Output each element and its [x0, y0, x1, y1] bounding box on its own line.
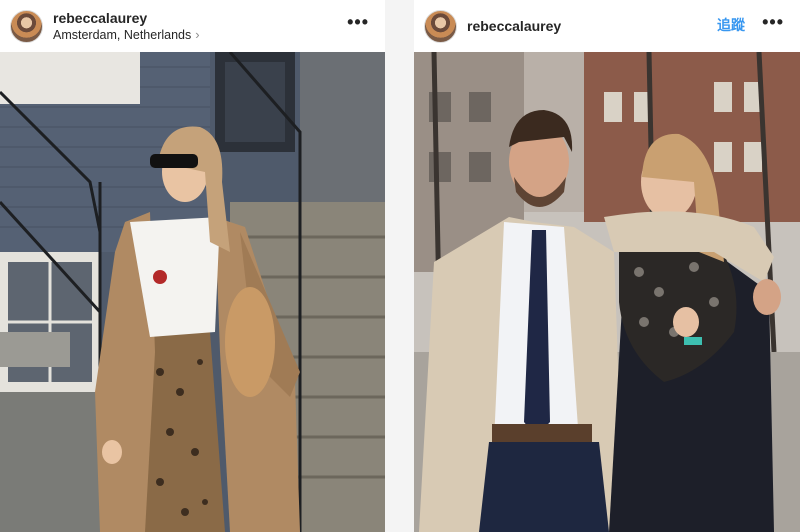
post-photo-couple[interactable]: [414, 52, 800, 532]
more-horizontal-icon[interactable]: •••: [347, 13, 369, 31]
follow-button[interactable]: 追蹤: [717, 15, 745, 35]
post-card-left: rebeccalaurey Amsterdam, Netherlands › •…: [0, 0, 385, 532]
post-header: rebeccalaurey Amsterdam, Netherlands › •…: [0, 0, 385, 52]
instagram-feed: rebeccalaurey Amsterdam, Netherlands › •…: [0, 0, 800, 532]
location-label: Amsterdam, Netherlands: [53, 27, 192, 42]
post-meta: rebeccalaurey: [467, 18, 561, 35]
location[interactable]: Amsterdam, Netherlands ›: [53, 27, 200, 43]
post-meta: rebeccalaurey Amsterdam, Netherlands ›: [53, 10, 200, 43]
username[interactable]: rebeccalaurey: [53, 10, 200, 27]
avatar[interactable]: [424, 9, 457, 43]
couple-photo: [414, 52, 800, 532]
username[interactable]: rebeccalaurey: [467, 18, 561, 35]
chevron-right-icon: ›: [195, 26, 200, 42]
post-header: rebeccalaurey 追蹤 •••: [414, 0, 800, 52]
woman-street-photo: [0, 52, 385, 532]
post-photo-woman[interactable]: [0, 52, 385, 532]
more-horizontal-icon[interactable]: •••: [762, 13, 784, 31]
feed-gap: [385, 0, 414, 532]
avatar[interactable]: [10, 9, 43, 43]
post-card-right: rebeccalaurey 追蹤 •••: [414, 0, 800, 532]
